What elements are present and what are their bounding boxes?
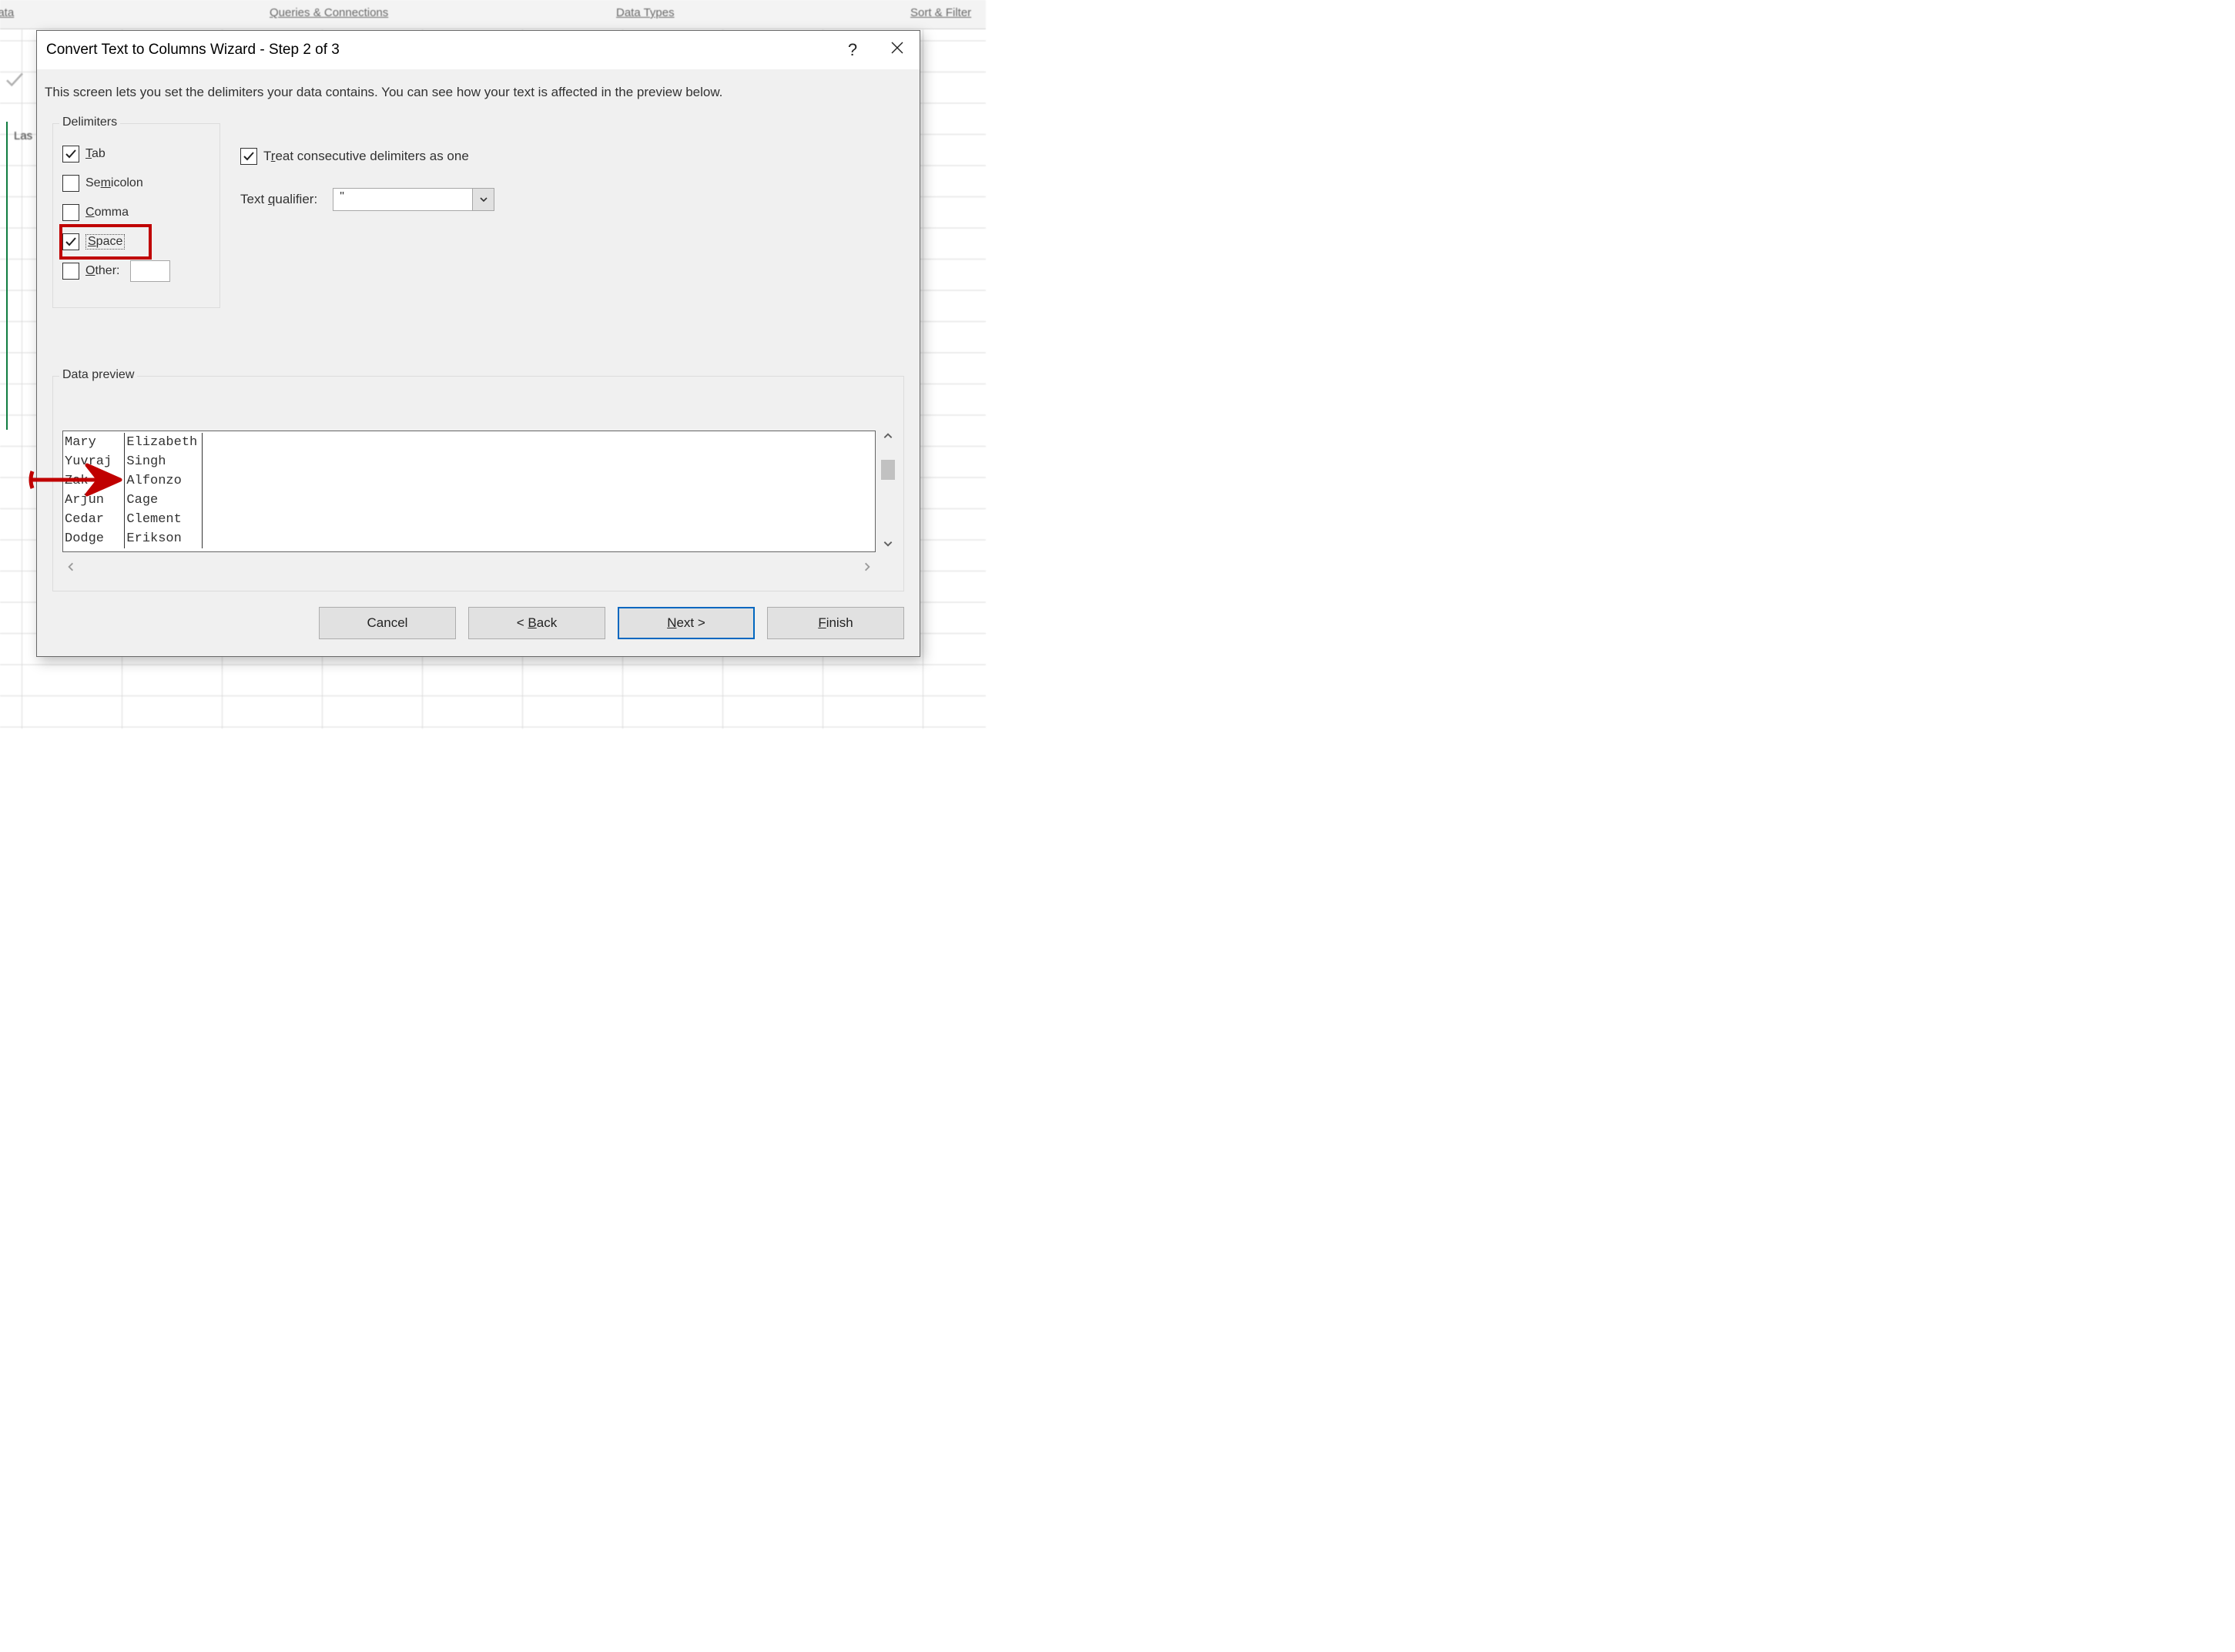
formula-bar-accept-icon (3, 68, 26, 91)
delimiter-semicolon-row[interactable]: Semicolon (62, 169, 210, 198)
scroll-down-icon[interactable] (883, 538, 893, 552)
dialog-instruction: This screen lets you set the delimiters … (45, 85, 912, 100)
ribbon-background: n Data Queries & Connections Data Types … (0, 0, 986, 29)
cancel-button[interactable]: Cancel (319, 607, 456, 639)
table-row: Yuvraj Singh (63, 452, 203, 471)
ribbon-group-datatypes: Data Types (616, 6, 675, 19)
delimiter-space-label: Space (85, 234, 125, 250)
selection-edge (0, 122, 8, 430)
ribbon-group-queries: Queries & Connections (270, 6, 388, 19)
ribbon-group-sortfilter: Sort & Filter (910, 6, 971, 19)
close-icon (890, 41, 904, 59)
dialog-titlebar[interactable]: Convert Text to Columns Wizard - Step 2 … (37, 31, 920, 69)
text-qualifier-combo[interactable]: " (333, 188, 494, 211)
delimiter-tab-row[interactable]: Tab (62, 139, 210, 169)
delimiter-other-checkbox[interactable] (62, 263, 79, 280)
scroll-left-icon[interactable] (65, 561, 76, 575)
ribbon-group-data: n Data (0, 6, 14, 19)
dialog-title: Convert Text to Columns Wizard - Step 2 … (46, 42, 340, 59)
help-icon: ? (848, 40, 857, 60)
table-row: Dodge Erikson (63, 529, 203, 548)
delimiter-semicolon-checkbox[interactable] (62, 175, 79, 192)
next-button[interactable]: Next > (618, 607, 755, 639)
scroll-thumb[interactable] (881, 460, 895, 480)
help-button[interactable]: ? (830, 31, 875, 69)
data-preview-legend: Data preview (59, 368, 137, 382)
delimiter-comma-checkbox[interactable] (62, 204, 79, 221)
delimiter-other-row[interactable]: Other: (62, 256, 210, 286)
delimiter-space-checkbox[interactable] (62, 233, 79, 250)
delimiters-legend: Delimiters (59, 116, 120, 129)
finish-button[interactable]: Finish (767, 607, 904, 639)
table-row: Cedar Clement (63, 510, 203, 529)
delimiter-tab-label: Tab (85, 147, 106, 161)
table-row: Arjun Cage (63, 491, 203, 510)
data-preview-group: Data preview Mary ElizabethYuvraj SinghZ… (52, 376, 904, 591)
background-cell-text: Las (14, 129, 32, 142)
data-preview-table: Mary ElizabethYuvraj SinghZak AlfonzoArj… (63, 433, 203, 548)
text-qualifier-value: " (333, 189, 472, 210)
preview-horizontal-scrollbar[interactable] (62, 560, 876, 577)
delimiter-other-label: Other: (85, 264, 119, 278)
scroll-right-icon[interactable] (862, 561, 873, 575)
table-row: Zak Alfonzo (63, 471, 203, 491)
text-to-columns-dialog: Convert Text to Columns Wizard - Step 2 … (36, 30, 920, 657)
data-preview-box: Mary ElizabethYuvraj SinghZak AlfonzoArj… (62, 431, 876, 552)
table-row: Mary Elizabeth (63, 433, 203, 452)
delimiter-tab-checkbox[interactable] (62, 146, 79, 163)
consecutive-row[interactable]: Treat consecutive delimiters as one (240, 142, 904, 171)
delimiter-other-input[interactable] (130, 260, 170, 282)
close-button[interactable] (875, 31, 920, 69)
delimiter-comma-label: Comma (85, 206, 129, 219)
back-button[interactable]: < Back (468, 607, 605, 639)
delimiter-comma-row[interactable]: Comma (62, 198, 210, 227)
consecutive-label: Treat consecutive delimiters as one (263, 149, 469, 164)
delimiters-group: Delimiters Tab Semicolon Comma Space (52, 123, 220, 308)
delimiter-semicolon-label: Semicolon (85, 176, 143, 190)
consecutive-checkbox[interactable] (240, 148, 257, 165)
chevron-down-icon[interactable] (472, 189, 494, 210)
text-qualifier-label: Text qualifier: (240, 192, 317, 207)
delimiter-space-row[interactable]: Space (62, 227, 149, 256)
preview-vertical-scrollbar[interactable] (879, 431, 897, 552)
scroll-up-icon[interactable] (883, 431, 893, 444)
